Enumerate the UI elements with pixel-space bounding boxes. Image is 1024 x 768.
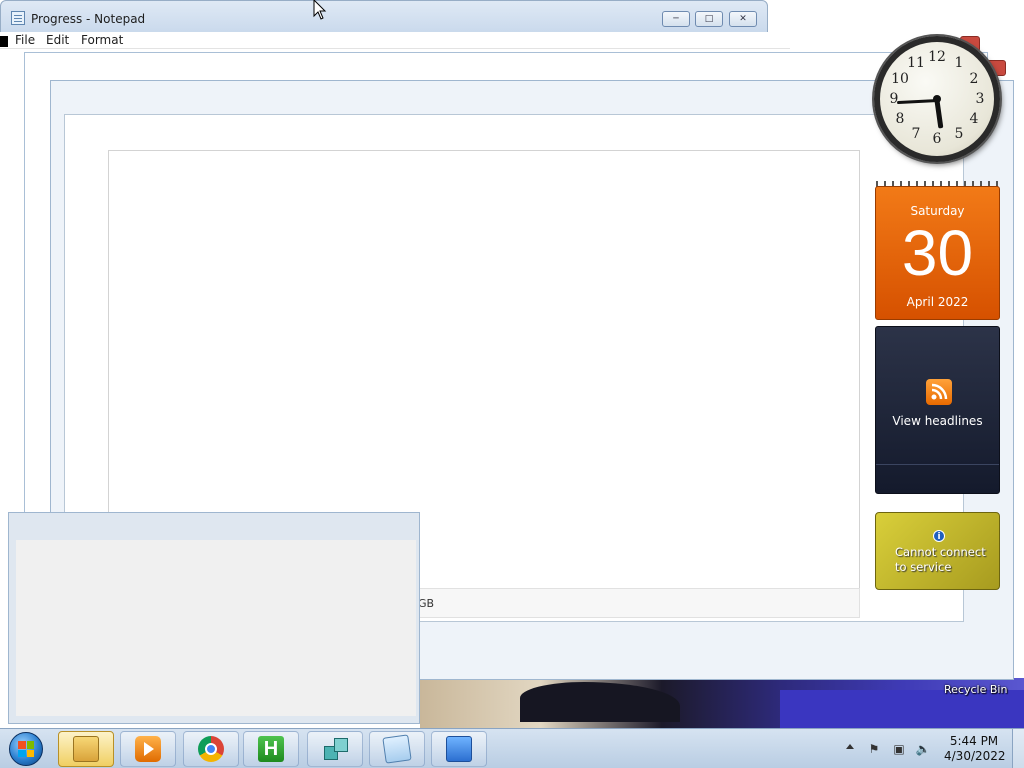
- chrome-icon: [198, 736, 224, 762]
- minimize-button[interactable]: ─: [662, 11, 690, 27]
- clock-number: 11: [907, 55, 925, 71]
- network-icon[interactable]: ▣: [891, 741, 907, 757]
- tray-clock[interactable]: 5:44 PM 4/30/2022: [944, 734, 1006, 764]
- taskbar-notepad-button[interactable]: [369, 731, 425, 767]
- notepad-icon: [11, 11, 25, 25]
- taskbar-chrome-button[interactable]: [183, 731, 239, 767]
- clock-hour-hand: [934, 100, 944, 129]
- action-center-flag-icon[interactable]: ⚑: [866, 741, 882, 757]
- start-button[interactable]: [4, 731, 48, 767]
- show-desktop-button[interactable]: [1012, 729, 1024, 768]
- menu-edit[interactable]: Edit: [46, 33, 69, 47]
- windows-start-orb-icon: [9, 732, 43, 766]
- notepad-icon: [382, 734, 412, 764]
- tray-time: 5:44 PM: [949, 734, 999, 748]
- close-button[interactable]: ✕: [729, 11, 757, 27]
- notepad-titlebar[interactable]: Progress - Notepad ─ □ ✕: [0, 0, 768, 34]
- menu-glitch-mark: [0, 36, 8, 47]
- rss-icon: [926, 379, 952, 405]
- clock-minute-hand: [896, 99, 938, 105]
- background-fragment-text: GB: [418, 597, 435, 610]
- feeds-divider: [876, 464, 999, 465]
- calendar-gadget[interactable]: Saturday 30 April 2022: [875, 186, 1000, 320]
- menu-format[interactable]: Format: [81, 33, 123, 47]
- calendar-day-name: Saturday: [910, 204, 965, 218]
- clock-number: 4: [969, 111, 979, 127]
- calendar-month-year: April 2022: [906, 295, 969, 309]
- weather-gadget[interactable]: i Cannot connect to service: [875, 512, 1000, 590]
- info-icon: i: [933, 530, 945, 542]
- clock-number: 8: [895, 111, 905, 127]
- taskbar-task-manager-button[interactable]: [431, 731, 487, 767]
- calendar-day-number: 30: [901, 217, 974, 289]
- background-dialog-body: [16, 540, 416, 716]
- background-status-strip: [418, 588, 860, 618]
- notepad-window: Progress - Notepad ─ □ ✕ File Edit Forma…: [0, 0, 790, 50]
- taskbar-media-player-button[interactable]: [120, 731, 176, 767]
- task-manager-icon: [446, 736, 472, 762]
- clock-number: 1: [954, 55, 964, 71]
- recycle-bin-label[interactable]: Recycle Bin: [944, 683, 1007, 696]
- menu-bar: File Edit Format: [0, 32, 790, 49]
- clock-number: 7: [911, 126, 921, 142]
- weather-error-message: Cannot connect to service: [895, 545, 986, 574]
- folder-icon: [73, 736, 99, 762]
- taskbar: H ⚑ ▣ 🔈 5:44 PM 4/30/2022: [0, 728, 1024, 768]
- clock-number: 5: [954, 126, 964, 142]
- media-player-icon: [135, 736, 161, 762]
- mouse-cursor-icon: [313, 0, 327, 20]
- show-hidden-icons-chevron-icon[interactable]: [846, 744, 854, 749]
- clock-number: 3: [975, 91, 985, 107]
- h-app-icon: H: [258, 736, 284, 762]
- window-title: Progress - Notepad: [31, 12, 146, 26]
- view-headlines-link[interactable]: View headlines: [876, 414, 999, 428]
- taskbar-explorer-button[interactable]: [58, 731, 114, 767]
- clock-number: 6: [932, 131, 942, 147]
- clock-number: 12: [928, 49, 946, 65]
- menu-file[interactable]: File: [15, 33, 35, 47]
- clock-number: 2: [969, 71, 979, 87]
- clock-number: 9: [889, 91, 899, 107]
- clock-gadget[interactable]: 12 1 2 3 4 5 6 7 8 9 10 11: [874, 36, 1000, 162]
- volume-icon[interactable]: 🔈: [915, 741, 931, 757]
- cubes-icon: [322, 736, 348, 762]
- taskbar-h-app-button[interactable]: H: [243, 731, 299, 767]
- taskbar-cubes-app-button[interactable]: [307, 731, 363, 767]
- clock-number: 10: [891, 71, 909, 87]
- clock-hub: [933, 95, 941, 103]
- feed-headlines-gadget[interactable]: View headlines: [875, 326, 1000, 494]
- maximize-button[interactable]: □: [695, 11, 723, 27]
- tray-date: 4/30/2022: [944, 749, 1006, 763]
